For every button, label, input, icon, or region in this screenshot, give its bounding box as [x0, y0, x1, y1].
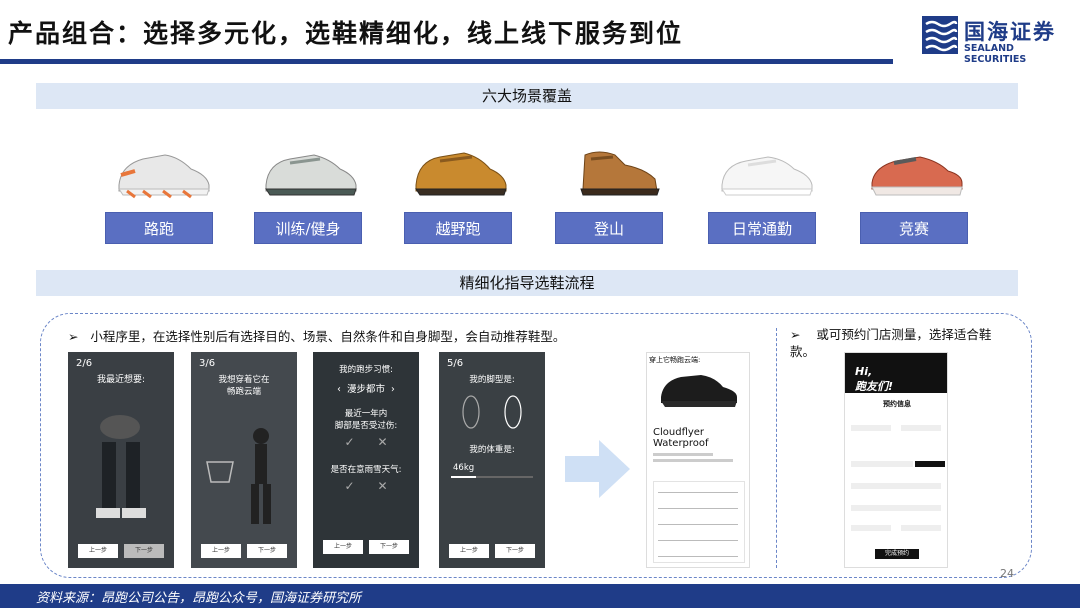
- section-scenes-header: 六大场景覆盖: [36, 83, 1018, 109]
- prev-button[interactable]: 上一步: [323, 540, 363, 554]
- store-booking-screen: Hi, 跑友们! 预约信息 完成预约: [844, 352, 948, 568]
- phone-step-indicator: 2/6: [76, 358, 93, 369]
- bullet-mark: ➢: [68, 329, 79, 344]
- form-field[interactable]: [851, 425, 891, 431]
- foot-shape-icon[interactable]: [453, 392, 533, 432]
- form-field[interactable]: [851, 461, 913, 467]
- scene-button-road[interactable]: 路跑: [105, 212, 213, 244]
- shoe-hiking-image: [580, 151, 660, 196]
- phone-option-city: ‹ 漫步都市 ›: [337, 384, 395, 395]
- sealand-logo-icon: [922, 16, 958, 54]
- section-flow-header: 精细化指导选鞋流程: [36, 270, 1018, 296]
- right-arrow-icon[interactable]: ›: [391, 384, 395, 395]
- runner-image: [96, 415, 146, 518]
- recommend-heading: 穿上它畅跑云端:: [649, 356, 701, 364]
- footer-bar: 资料来源：昂跑公司公告，昂跑公众号，国海证券研究所: [0, 584, 1080, 608]
- phone-question-weight: 我的体重是:: [469, 445, 515, 455]
- phone-question-foot: 我的脚型是:: [469, 375, 515, 385]
- product-name: Cloudflyer Waterproof: [653, 427, 709, 449]
- phone-step-indicator: 5/6: [447, 358, 464, 369]
- recommended-shoe-image: [661, 375, 737, 407]
- company-logo: 国海证券 SEALAND SECURITIES: [922, 16, 1072, 65]
- next-button[interactable]: 下一步: [247, 544, 287, 558]
- scene-button-racing[interactable]: 竞赛: [860, 212, 968, 244]
- form-field[interactable]: [901, 425, 941, 431]
- product-recommendation-screen: 穿上它畅跑云端: Cloudflyer Waterproof: [646, 352, 750, 568]
- prev-button[interactable]: 上一步: [449, 544, 489, 558]
- bullet-mini-program-text: 小程序里，在选择性别后有选择目的、场景、自然条件和自身脚型，会自动推荐鞋型。: [90, 329, 566, 344]
- form-field[interactable]: [851, 525, 891, 531]
- next-button[interactable]: 下一步: [495, 544, 535, 558]
- prev-button[interactable]: 上一步: [78, 544, 118, 558]
- yes-no-icons[interactable]: ✓ ✕: [313, 436, 419, 448]
- shoe-commute-image: [721, 156, 813, 196]
- phone-question-weather: 是否在意雨雪天气:: [330, 465, 402, 475]
- gym-image: [206, 428, 271, 524]
- phone-screen-step-3: 3/6 我想穿着它在 畅跑云端 上一步 下一步: [191, 352, 297, 568]
- shoe-road-image: [118, 154, 210, 199]
- page-title: 产品组合：选择多元化，选鞋精细化，线上线下服务到位: [8, 19, 684, 48]
- shoe-trail-image: [415, 152, 507, 196]
- booking-form-title: 预约信息: [883, 400, 911, 408]
- phone-screen-step-2: 2/6 我最近想要: 上一步 下一步: [68, 352, 174, 568]
- logo-chinese-text: 国海证券: [964, 20, 1056, 44]
- left-arrow-icon[interactable]: ‹: [337, 384, 341, 395]
- booking-banner: Hi, 跑友们!: [845, 353, 947, 393]
- form-field[interactable]: [851, 483, 941, 489]
- phone-question-line-1: 我想穿着它在: [218, 375, 270, 385]
- yes-no-icons[interactable]: ✓ ✕: [313, 480, 419, 492]
- form-field[interactable]: [851, 505, 941, 511]
- form-field[interactable]: [901, 525, 941, 531]
- phone-question-injury-1: 最近一年内: [344, 409, 388, 419]
- scene-button-commute[interactable]: 日常通勤: [708, 212, 816, 244]
- shoe-training-image: [265, 154, 357, 196]
- page-number: 24: [1000, 567, 1014, 580]
- next-button[interactable]: 下一步: [124, 544, 164, 558]
- weight-slider[interactable]: [451, 476, 533, 478]
- shoe-racing-image: [871, 156, 963, 196]
- logo-english-text: SEALAND SECURITIES: [964, 43, 1027, 65]
- scene-button-hiking[interactable]: 登山: [555, 212, 663, 244]
- flow-arrow-icon: [565, 440, 630, 498]
- bullet-mark: ➢: [790, 327, 801, 342]
- phone-question-injury-2: 脚部是否受过伤:: [334, 421, 398, 431]
- phone-screen-step-4: 我的跑步习惯: ‹ 漫步都市 › 最近一年内 脚部是否受过伤: ✓ ✕ 是否在意…: [313, 352, 419, 568]
- phone-question-habit: 我的跑步习惯:: [339, 365, 393, 375]
- scene-button-trail[interactable]: 越野跑: [404, 212, 512, 244]
- phone-question-line-2: 畅跑云端: [226, 387, 261, 397]
- prev-button[interactable]: 上一步: [201, 544, 241, 558]
- next-button[interactable]: 下一步: [369, 540, 409, 554]
- submit-booking-button[interactable]: 完成预约: [875, 549, 919, 559]
- verify-button[interactable]: [915, 461, 945, 467]
- weight-value: 46kg: [453, 463, 475, 473]
- spec-table: [653, 481, 745, 563]
- scene-button-training[interactable]: 训练/健身: [254, 212, 362, 244]
- phone-step-indicator: 3/6: [199, 358, 216, 369]
- phone-question: 我最近想要:: [96, 375, 146, 385]
- flow-divider: [776, 328, 777, 568]
- title-underline: [0, 59, 893, 64]
- bullet-mini-program: ➢ 小程序里，在选择性别后有选择目的、场景、自然条件和自身脚型，会自动推荐鞋型。: [68, 326, 565, 345]
- phone-screen-step-5: 5/6 我的脚型是: 我的体重是: 46kg 上一步 下一步: [439, 352, 545, 568]
- footer-source: 资料来源：昂跑公司公告，昂跑公众号，国海证券研究所: [36, 591, 362, 606]
